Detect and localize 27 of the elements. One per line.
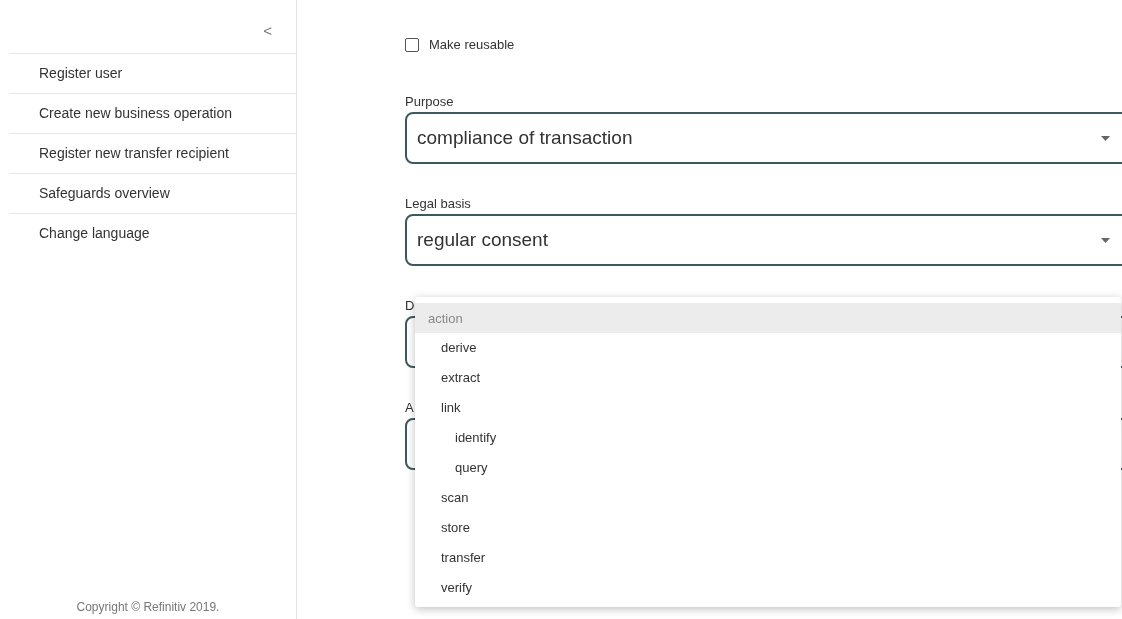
dropdown-option[interactable]: derive	[415, 333, 1121, 363]
caret-icon	[1101, 135, 1110, 141]
dropdown-option[interactable]: transfer	[415, 543, 1121, 573]
dropdown-option[interactable]: query	[415, 453, 1121, 483]
field-label: Purpose	[405, 94, 454, 109]
sidebar-item[interactable]: Create new business operation	[9, 93, 296, 133]
select-field[interactable]: compliance of transaction	[405, 112, 1122, 164]
dropdown-group-label: action	[415, 303, 1121, 333]
dropdown-option[interactable]: store	[415, 513, 1121, 543]
field-label: A	[405, 400, 414, 415]
field-label: D	[405, 298, 415, 313]
dropdown-option[interactable]: scan	[415, 483, 1121, 513]
sidebar-item[interactable]: Register user	[9, 53, 296, 93]
dropdown-option[interactable]: extract	[415, 363, 1121, 393]
dropdown-option[interactable]: verify	[415, 573, 1121, 603]
checkbox[interactable]	[405, 37, 419, 52]
field-label: Legal basis	[405, 196, 471, 211]
collapse-button[interactable]: <	[259, 22, 276, 39]
select-field[interactable]: regular consent	[405, 214, 1122, 266]
checkbox-label: Make reusable	[429, 37, 515, 52]
sidebar-item[interactable]: Safeguards overview	[9, 173, 296, 213]
dropdown-option[interactable]: identify	[415, 423, 1121, 453]
caret-icon	[1101, 237, 1110, 243]
copyright-text: Copyright © Refinitiv 2019.	[75, 600, 221, 616]
sidebar-item[interactable]: Change language	[9, 213, 296, 253]
sidebar-item[interactable]: Register new transfer recipient	[9, 133, 296, 173]
dropdown-option[interactable]: link	[415, 393, 1121, 423]
